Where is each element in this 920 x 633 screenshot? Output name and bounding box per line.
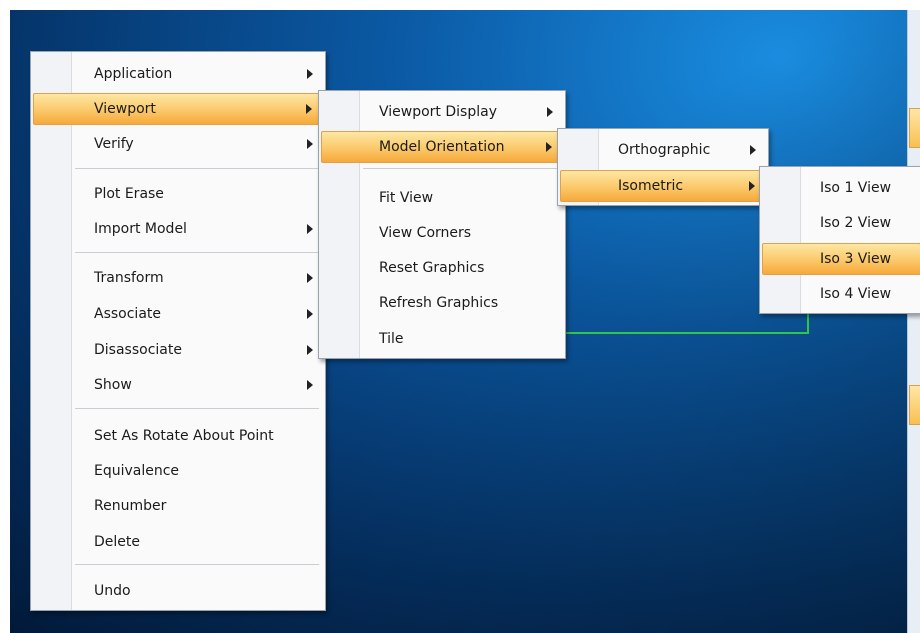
menu-item-refresh-graphics[interactable]: Refresh Graphics (321, 288, 563, 318)
menu-item-label: Refresh Graphics (379, 295, 499, 311)
menu-item-label: Equivalence (94, 463, 180, 479)
menu-item-reset-graphics[interactable]: Reset Graphics (321, 253, 563, 283)
menu-item-label: Iso 1 View (820, 180, 892, 196)
model-line (807, 312, 809, 334)
menu-item-associate[interactable]: Associate (33, 299, 323, 329)
submenu-arrow-icon (307, 345, 313, 355)
menu-separator (75, 408, 319, 409)
menu-item-renumber[interactable]: Renumber (33, 491, 323, 521)
menu-item-label: Isometric (618, 178, 684, 194)
menu-item-label: Import Model (94, 221, 187, 237)
menu-item-transform[interactable]: Transform (33, 263, 323, 293)
menu-item-model-orientation[interactable]: Model Orientation (321, 131, 563, 163)
menu-item-iso-2-view[interactable]: Iso 2 View (762, 208, 919, 238)
menu-separator (363, 168, 559, 169)
right-side-panel (907, 10, 920, 633)
menu-item-label: Orthographic (618, 142, 711, 158)
menu-item-iso-4-view[interactable]: Iso 4 View (762, 279, 919, 309)
menu-item-orthographic[interactable]: Orthographic (560, 135, 766, 165)
menu-item-label: Tile (379, 331, 404, 347)
menu-item-label: Renumber (94, 498, 167, 514)
menu-item-label: Disassociate (94, 342, 182, 358)
menu-item-label: Verify (94, 136, 134, 152)
model-line (564, 332, 809, 334)
menu-item-label: Show (94, 377, 132, 393)
submenu-arrow-icon (546, 142, 552, 152)
panel-tab[interactable] (909, 385, 920, 425)
menu-item-plot-erase[interactable]: Plot Erase (33, 179, 323, 209)
menu-item-set-rotate-point[interactable]: Set As Rotate About Point (33, 421, 323, 451)
submenu-arrow-icon (307, 69, 313, 79)
menu-item-disassociate[interactable]: Disassociate (33, 335, 323, 365)
menu-separator (75, 564, 319, 565)
menu-item-label: Iso 2 View (820, 215, 892, 231)
submenu-arrow-icon (306, 104, 312, 114)
menu-item-label: Set As Rotate About Point (94, 428, 274, 444)
submenu-arrow-icon (307, 273, 313, 283)
submenu-arrow-icon (750, 145, 756, 155)
menu-item-undo[interactable]: Undo (33, 576, 323, 606)
menu-item-view-corners[interactable]: View Corners (321, 218, 563, 248)
orientation-submenu: Orthographic Isometric (557, 128, 769, 206)
menu-item-viewport-display[interactable]: Viewport Display (321, 97, 563, 127)
submenu-arrow-icon (307, 309, 313, 319)
menu-item-show[interactable]: Show (33, 370, 323, 400)
menu-item-label: Application (94, 66, 173, 82)
menu-item-fit-view[interactable]: Fit View (321, 183, 563, 213)
viewport-submenu: Viewport Display Model Orientation Fit V… (318, 90, 566, 359)
menu-item-label: Transform (94, 270, 164, 286)
submenu-arrow-icon (307, 380, 313, 390)
menu-item-iso-3-view[interactable]: Iso 3 View (762, 243, 920, 275)
menu-item-tile[interactable]: Tile (321, 324, 563, 354)
menu-item-viewport[interactable]: Viewport (33, 93, 323, 125)
menu-item-label: View Corners (379, 225, 472, 241)
panel-tab[interactable] (909, 108, 920, 148)
submenu-arrow-icon (749, 181, 755, 191)
menu-item-import-model[interactable]: Import Model (33, 214, 323, 244)
menu-item-label: Reset Graphics (379, 260, 485, 276)
menu-item-label: Undo (94, 583, 131, 599)
menu-item-label: Associate (94, 306, 161, 322)
menu-item-iso-1-view[interactable]: Iso 1 View (762, 173, 919, 203)
context-menu: Application Viewport Verify Plot Erase I… (30, 51, 326, 611)
menu-item-equivalence[interactable]: Equivalence (33, 456, 323, 486)
submenu-arrow-icon (547, 107, 553, 117)
menu-item-isometric[interactable]: Isometric (560, 170, 766, 202)
menu-item-label: Fit View (379, 190, 434, 206)
menu-item-label: Viewport Display (379, 104, 497, 120)
menu-item-delete[interactable]: Delete (33, 527, 323, 557)
menu-separator (75, 252, 319, 253)
isometric-submenu: Iso 1 View Iso 2 View Iso 3 View Iso 4 V… (759, 166, 920, 314)
menu-item-application[interactable]: Application (33, 59, 323, 89)
menu-item-label: Iso 3 View (820, 251, 892, 267)
menu-item-verify[interactable]: Verify (33, 129, 323, 159)
menu-item-label: Viewport (94, 101, 156, 117)
menu-item-label: Model Orientation (379, 139, 505, 155)
menu-separator (75, 168, 319, 169)
submenu-arrow-icon (307, 224, 313, 234)
menu-item-label: Iso 4 View (820, 286, 892, 302)
menu-item-label: Plot Erase (94, 186, 164, 202)
submenu-arrow-icon (307, 139, 313, 149)
menu-item-label: Delete (94, 534, 140, 550)
